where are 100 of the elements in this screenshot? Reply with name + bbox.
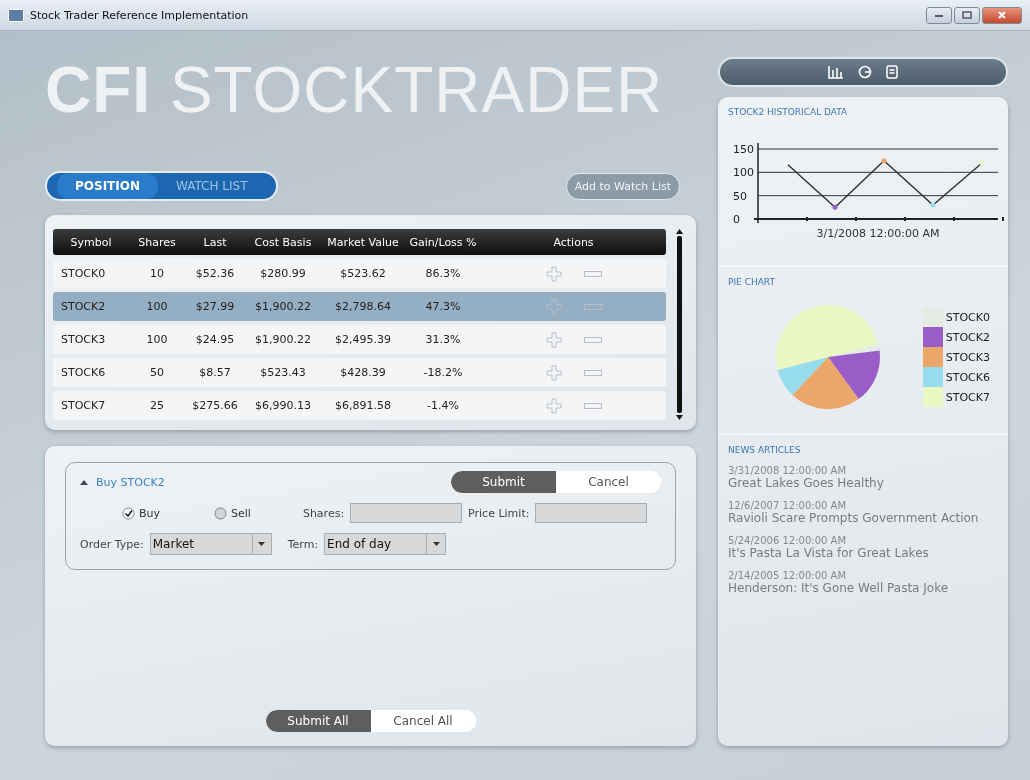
scroll-down-icon[interactable] (675, 415, 683, 420)
column-header: Shares (137, 235, 177, 249)
table-cell-text: $2,798.64 (334, 300, 392, 313)
pie-chart-icon[interactable] (858, 65, 872, 79)
column-header: Market Value (326, 235, 400, 249)
table-cell-text: -1.4% (426, 399, 460, 412)
minus-icon[interactable] (583, 402, 602, 409)
article-link[interactable]: Great Lakes Goes Healthy (728, 476, 998, 490)
table-cell-text: STOCK3 (60, 333, 107, 346)
legend-label: STOCK3 (945, 350, 990, 364)
term-dropdown[interactable]: End of day (324, 533, 447, 555)
table-cell-text: $280.99 (259, 267, 307, 280)
legend-label: STOCK0 (945, 310, 990, 324)
article-link[interactable]: Ravioli Scare Prompts Government Action (728, 511, 998, 525)
table-cell-text: $6,990.13 (254, 399, 312, 412)
plus-icon[interactable] (545, 265, 562, 282)
minimize-button[interactable] (926, 6, 952, 24)
scroll-up-icon[interactable] (675, 229, 683, 234)
column-header: Last (202, 235, 228, 249)
table-cell-text: $1,900.22 (254, 333, 312, 346)
table-row[interactable]: STOCK0 10 $52.36 $280.99 $523.62 86.3% (53, 259, 666, 288)
article-date: 5/24/2006 12:00:00 AM (728, 535, 847, 546)
document-icon[interactable] (886, 65, 898, 79)
table-cell-text: 50 (149, 366, 165, 379)
column-header: Actions (552, 235, 595, 249)
submit-button[interactable]: Submit (451, 471, 556, 493)
table-row[interactable]: STOCK2 100 $27.99 $1,900.22 $2,798.64 47.3% (53, 292, 666, 321)
table-row[interactable]: STOCK6 50 $8.57 $523.43 $428.39 -18.2% (53, 358, 666, 387)
table-cell-text: 47.3% (424, 300, 462, 313)
table-cell-text: $523.43 (259, 366, 307, 379)
data-point (783, 160, 789, 166)
column-header: Cost Basis (253, 235, 313, 249)
dropdown-arrow-icon (432, 542, 440, 546)
minus-icon[interactable] (583, 369, 602, 376)
minus-icon[interactable] (583, 270, 602, 277)
column-header: Gain/Loss % (408, 235, 478, 249)
table-cell-text: $1,900.22 (254, 300, 312, 313)
collapse-icon (80, 479, 88, 485)
order-type-dropdown[interactable]: Market (149, 533, 272, 555)
plus-icon[interactable] (545, 397, 562, 414)
minus-icon[interactable] (583, 336, 602, 343)
minus-icon[interactable] (583, 303, 602, 310)
article-date: 3/31/2008 12:00:00 AM (728, 465, 847, 476)
order-expander[interactable]: Buy STOCK2 (80, 475, 165, 489)
table-cell-text: STOCK7 (60, 399, 107, 412)
table-cell-text: -18.2% (422, 366, 464, 379)
maximize-icon (962, 11, 972, 19)
table-cell-text: 25 (149, 399, 165, 412)
y-tick-label: 50 (733, 189, 747, 203)
table-row[interactable]: STOCK3 100 $24.95 $1,900.22 $2,495.39 31.3% (53, 325, 666, 354)
table-cell-text: 10 (149, 267, 165, 280)
table-cell-text: 100 (145, 333, 169, 346)
table-cell-text: 100 (145, 300, 169, 313)
plus-icon[interactable] (545, 331, 562, 348)
table-cell-text: $27.99 (194, 300, 236, 313)
plus-icon[interactable] (545, 298, 562, 315)
article-date: 2/14/2005 12:00:00 AM (728, 570, 847, 581)
table-row[interactable]: STOCK7 25 $275.66 $6,990.13 $6,891.58 -1.4% (53, 391, 666, 420)
field-label: Order Type: (80, 537, 144, 551)
bar-chart-icon[interactable] (828, 65, 844, 79)
shares-field[interactable] (350, 503, 463, 523)
radio-button[interactable]: Sell (214, 506, 251, 520)
table-cell-text: $8.57 (198, 366, 232, 379)
data-point (979, 160, 985, 166)
article-link[interactable]: It's Pasta La Vista for Great Lakes (728, 546, 998, 560)
minimize-icon (934, 12, 944, 18)
window-title: Stock Trader Reference Implementation (30, 8, 250, 22)
article-link[interactable]: Henderson: It's Gone Well Pasta Joke (728, 581, 998, 595)
table-cell-text: $523.62 (339, 267, 387, 280)
field-label: Shares: (302, 506, 345, 520)
radio-button[interactable]: Buy (122, 506, 161, 520)
data-point (930, 202, 936, 208)
table-cell-text: STOCK2 (60, 300, 107, 313)
y-tick-label: 100 (733, 166, 754, 180)
legend-label: STOCK2 (945, 330, 990, 344)
close-icon (997, 11, 1007, 19)
close-button[interactable] (982, 6, 1022, 24)
checked-radio-icon[interactable] (122, 506, 135, 520)
article-date: 12/6/2007 12:00:00 AM (728, 500, 847, 511)
maximize-button[interactable] (954, 6, 980, 24)
table-cell-text: STOCK0 (60, 267, 107, 280)
radio-icon[interactable] (214, 506, 228, 520)
tab[interactable]: POSITION (57, 173, 158, 199)
scrollbar[interactable] (674, 229, 684, 420)
submit-all-button[interactable]: Submit All (265, 710, 371, 732)
section-title: STOCK2 HISTORICAL DATA (728, 107, 849, 117)
field-label: Price Limit: (468, 506, 530, 520)
plus-icon[interactable] (545, 364, 562, 381)
field-label: Term: (287, 537, 319, 551)
y-tick-label: 150 (733, 143, 754, 156)
table-cell-text: STOCK6 (60, 366, 107, 379)
legend-label: STOCK6 (945, 370, 990, 384)
data-point (832, 204, 838, 210)
table-cell-text: $24.95 (194, 333, 236, 346)
table-cell-text: $2,495.39 (334, 333, 392, 346)
column-header: Symbol (69, 235, 113, 249)
price-limit-field[interactable] (535, 503, 648, 523)
table-cell-text: $275.66 (191, 399, 239, 412)
app-icon (8, 8, 24, 22)
section-title: PIE CHART (728, 277, 776, 287)
